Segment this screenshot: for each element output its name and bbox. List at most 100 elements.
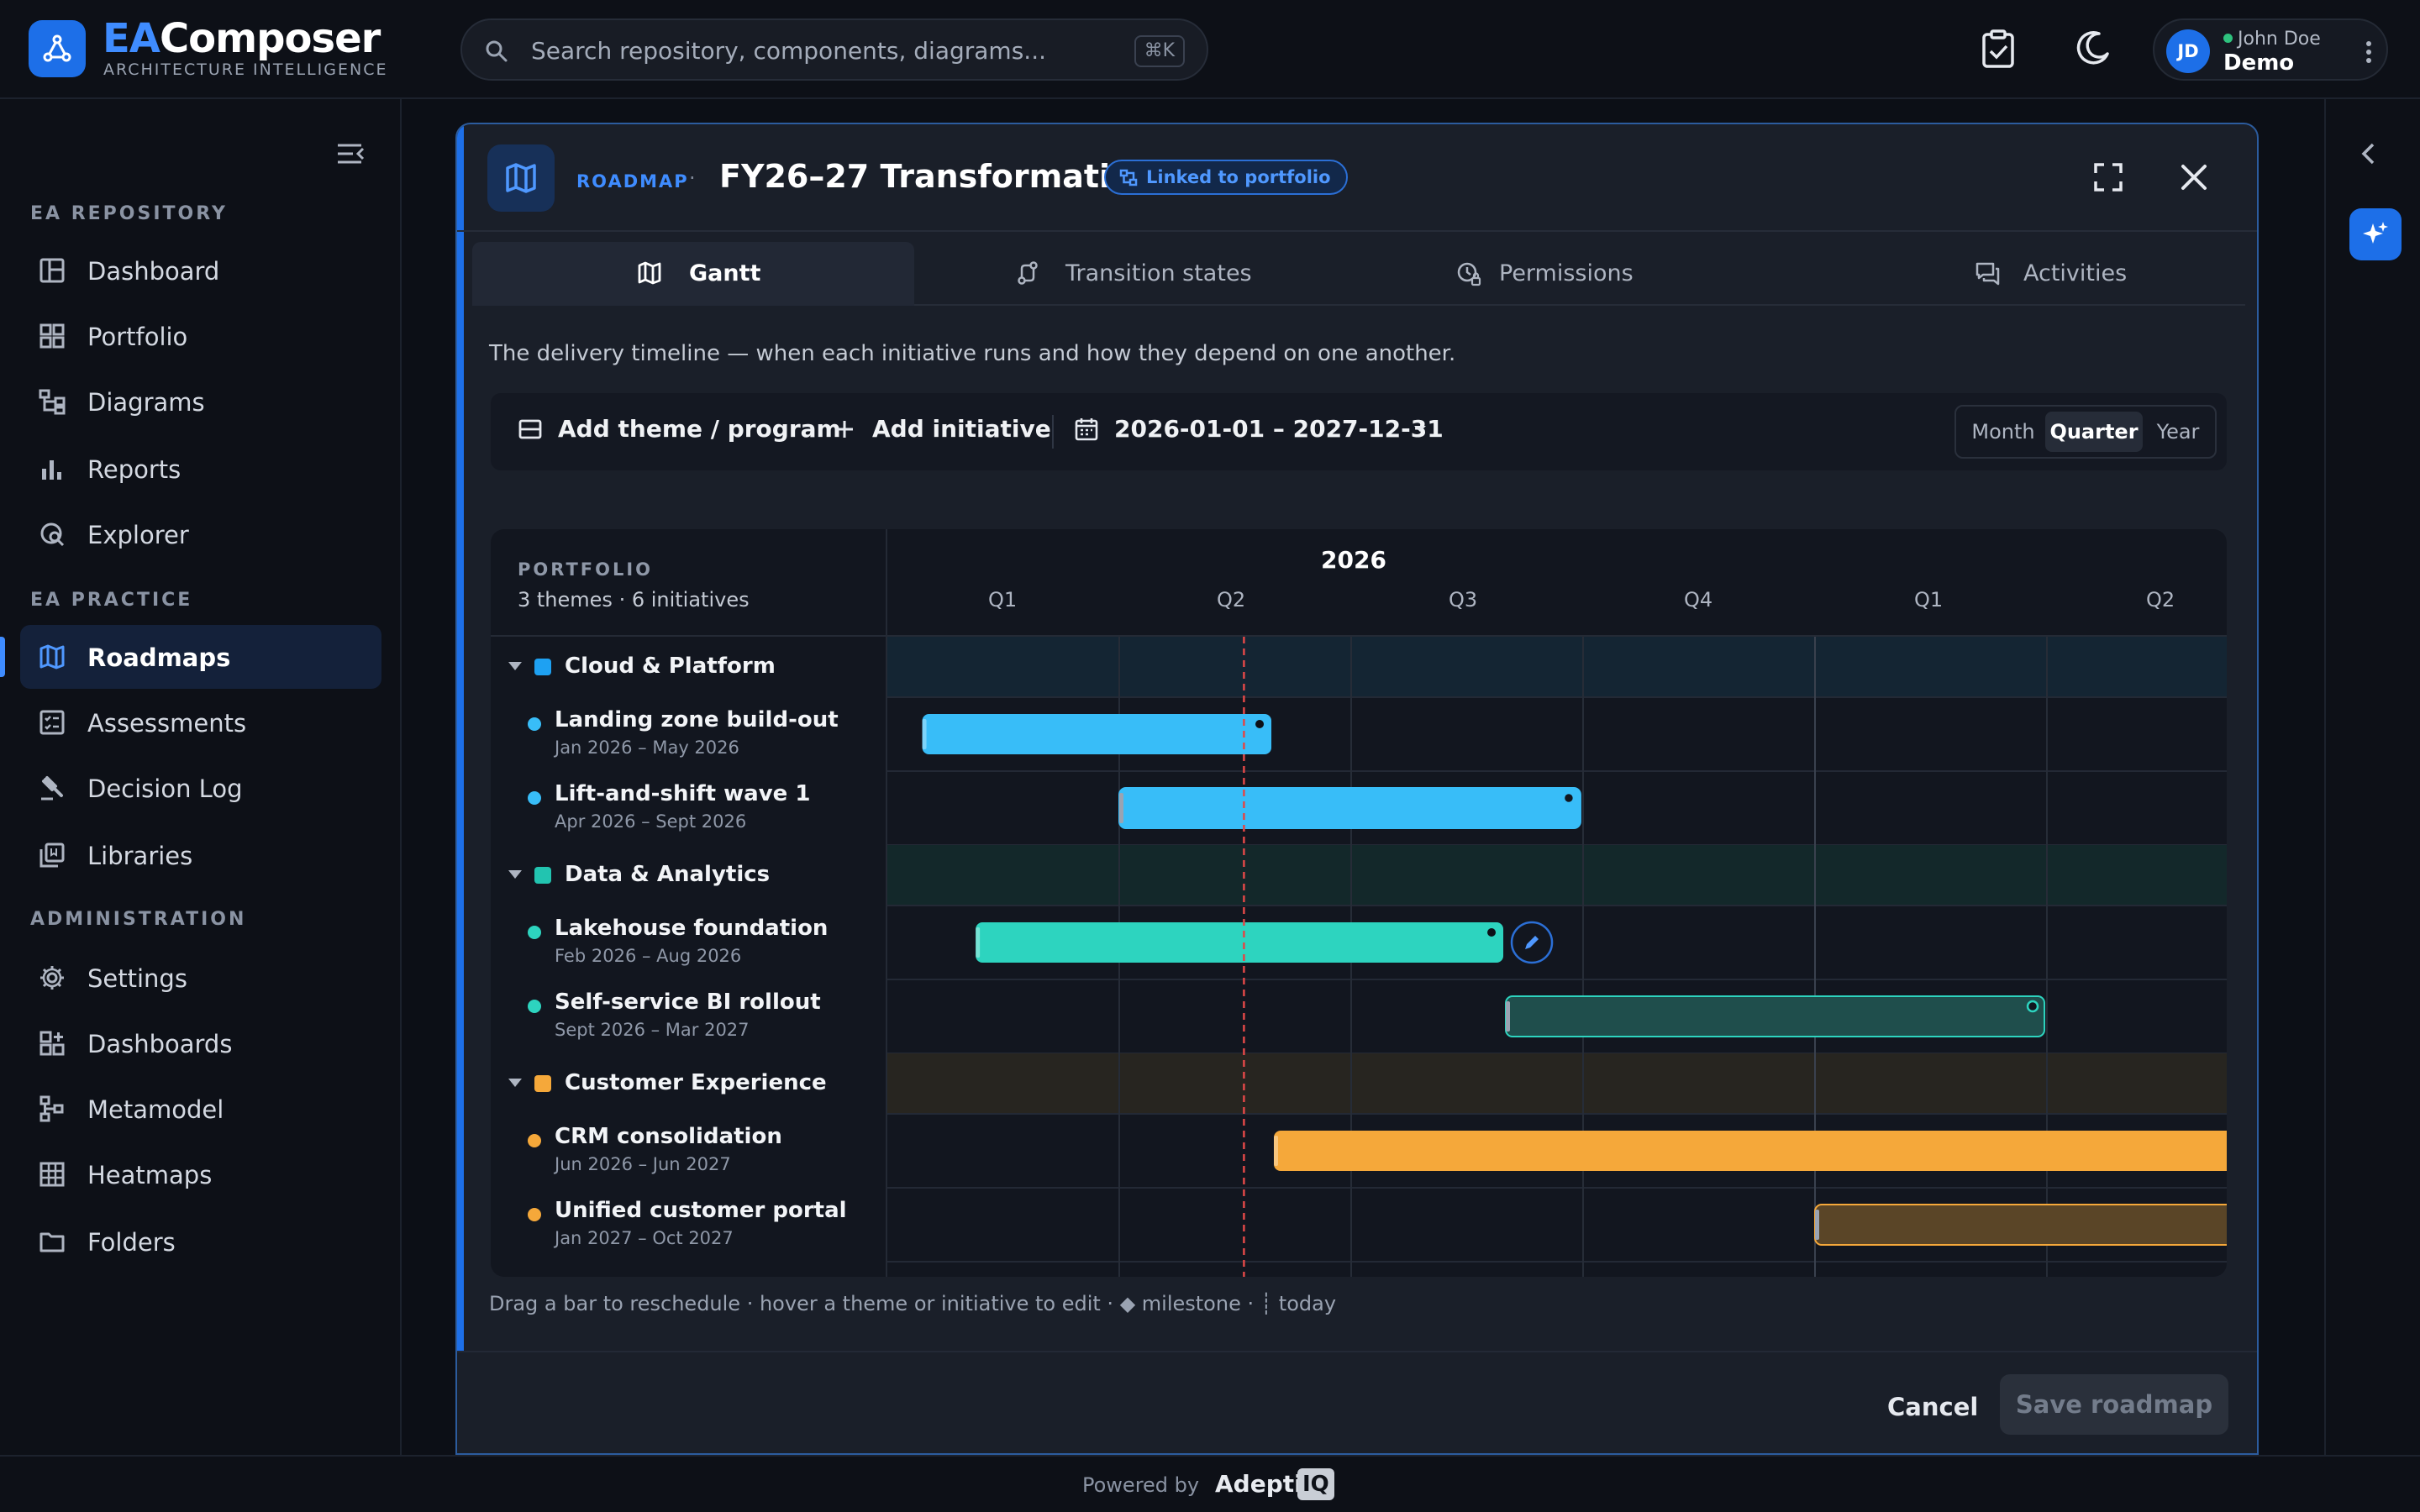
initiative-dot — [528, 1000, 541, 1013]
scale-quarter-button[interactable]: Quarter — [2045, 412, 2143, 452]
ai-assistant-icon[interactable] — [2349, 208, 2402, 260]
active-indicator — [0, 637, 5, 677]
theme-band — [887, 1053, 2227, 1114]
dashboard-icon — [39, 257, 66, 284]
sidebar-item-label: Dashboards — [87, 1030, 233, 1058]
brand-badge: IQ — [1297, 1468, 1334, 1500]
dark-mode-icon[interactable] — [2074, 29, 2112, 67]
section-label-ea-repository: EA REPOSITORY — [30, 203, 228, 224]
breadcrumb-separator: · — [689, 166, 696, 190]
cancel-button[interactable]: Cancel — [1887, 1393, 1978, 1421]
tab-activities[interactable]: Activities — [1798, 242, 2240, 306]
tab-permissions[interactable]: Permissions — [1356, 242, 1798, 306]
reports-icon — [39, 455, 66, 482]
fullscreen-icon[interactable] — [2089, 158, 2128, 197]
initiative-row[interactable]: CRM consolidation Jun 2026 – Jun 2027 — [491, 1114, 886, 1188]
bar-resize-handle — [1506, 1001, 1510, 1032]
sidebar-item-portfolio[interactable]: Portfolio — [20, 304, 381, 368]
explorer-icon — [39, 521, 66, 548]
initiative-dot — [528, 1208, 541, 1221]
libraries-icon — [39, 842, 66, 869]
portfolio-label: PORTFOLIO — [518, 559, 654, 580]
sidebar-item-dashboards[interactable]: Dashboards — [20, 1011, 381, 1075]
sidebar-item-diagrams[interactable]: Diagrams — [20, 370, 381, 433]
app-title: EAComposer — [103, 15, 381, 62]
tab-gantt[interactable]: Gantt — [472, 242, 914, 306]
theme-row-cx[interactable]: Customer Experience — [491, 1053, 886, 1114]
sidebar-item-dashboard[interactable]: Dashboard — [20, 239, 381, 302]
portfolio-header: PORTFOLIO 3 themes · 6 initiatives — [491, 529, 887, 637]
timeline-grid — [887, 637, 2227, 1277]
gantt-bars-canvas[interactable] — [887, 637, 2227, 1277]
sidebar-item-decision-log[interactable]: Decision Log — [20, 756, 381, 820]
gantt-hint: Drag a bar to reschedule · hover a theme… — [489, 1292, 1337, 1315]
bar-resize-handle — [922, 719, 927, 749]
search-input[interactable]: Search repository, components, diagrams.… — [460, 18, 1208, 81]
caret-down-icon[interactable] — [508, 1077, 523, 1089]
time-scale-toggle: Month Quarter Year — [1954, 405, 2217, 459]
initiative-row[interactable]: Lakehouse foundation Feb 2026 – Aug 2026 — [491, 906, 886, 979]
plus-icon — [832, 417, 857, 442]
portfolio-icon — [39, 323, 66, 349]
caret-down-icon[interactable] — [508, 660, 523, 672]
transition-icon — [1015, 260, 1040, 286]
initiative-bar — [1118, 787, 1581, 829]
linked-portfolio-badge[interactable]: Linked to portfolio — [1104, 160, 1348, 195]
sidebar-item-heatmaps[interactable]: Heatmaps — [20, 1142, 381, 1206]
year-label: 2026 — [1321, 546, 1386, 574]
initiative-row[interactable]: Landing zone build-out Jan 2026 – May 20… — [491, 697, 886, 771]
dialog-header: ROADMAP · FY26–27 Transformation Linked … — [457, 124, 2257, 232]
scale-year-button[interactable]: Year — [2143, 412, 2213, 452]
tasks-icon[interactable] — [1980, 29, 2017, 69]
initiative-row[interactable]: Self-service BI rollout Sept 2026 – Mar … — [491, 979, 886, 1053]
bar-end-marker — [2026, 1000, 2039, 1013]
sidebar-item-label: Folders — [87, 1228, 176, 1257]
sidebar-item-metamodel[interactable]: Metamodel — [20, 1077, 381, 1141]
search-shortcut: ⌘K — [1134, 35, 1185, 67]
user-role: Demo — [2223, 50, 2295, 76]
bar-resize-handle — [1815, 1210, 1819, 1240]
app-logo-icon[interactable] — [29, 20, 86, 77]
chevron-left-icon[interactable] — [2358, 141, 2378, 166]
roadmaps-icon — [39, 643, 66, 670]
sidebar: EA REPOSITORY Dashboard Portfolio Diagra… — [0, 99, 402, 1455]
toolbar-divider — [1052, 415, 1054, 449]
user-menu[interactable]: JD John Doe Demo — [2153, 18, 2388, 81]
powered-by-label: Powered by — [1082, 1473, 1200, 1497]
save-roadmap-button[interactable]: Save roadmap — [2000, 1374, 2228, 1435]
initiative-row[interactable]: Unified customer portal Jan 2027 – Oct 2… — [491, 1188, 886, 1262]
gavel-icon — [39, 774, 66, 801]
caret-down-icon[interactable] — [508, 869, 523, 880]
timeline-header: 2026 Q1 Q2 Q3 Q4 Q1 Q2 — [887, 529, 2227, 637]
close-icon[interactable] — [2175, 158, 2213, 197]
more-vertical-icon[interactable] — [2365, 40, 2373, 64]
scale-month-button[interactable]: Month — [1961, 412, 2045, 452]
theme-color-swatch — [534, 1075, 551, 1092]
diagrams-icon — [39, 388, 66, 415]
breadcrumb[interactable]: ROADMAP — [576, 171, 689, 192]
sidebar-item-label: Metamodel — [87, 1095, 224, 1124]
theme-band — [887, 637, 2227, 697]
initiative-bar — [1814, 1204, 2227, 1246]
sidebar-item-roadmaps[interactable]: Roadmaps — [20, 625, 381, 689]
sidebar-item-label: Dashboard — [87, 257, 220, 286]
theme-row-data[interactable]: Data & Analytics — [491, 845, 886, 906]
sidebar-item-assessments[interactable]: Assessments — [20, 690, 381, 754]
collapse-sidebar-icon[interactable] — [336, 141, 365, 166]
dialog-footer: Cancel Save roadmap — [457, 1351, 2257, 1453]
link-tree-icon — [1119, 169, 1138, 187]
sidebar-item-libraries[interactable]: Libraries — [20, 823, 381, 887]
theme-row-cloud[interactable]: Cloud & Platform — [491, 637, 886, 697]
calendar-icon — [1074, 417, 1099, 442]
initiative-dot — [528, 791, 541, 805]
tab-transition-states[interactable]: Transition states — [914, 242, 1356, 306]
sidebar-item-folders[interactable]: Folders — [20, 1210, 381, 1273]
sidebar-item-settings[interactable]: Settings — [20, 946, 381, 1010]
heatmaps-icon — [39, 1161, 66, 1188]
sidebar-item-explorer[interactable]: Explorer — [20, 502, 381, 566]
initiative-row[interactable]: Lift-and-shift wave 1 Apr 2026 – Sept 20… — [491, 771, 886, 845]
sidebar-item-label: Assessments — [87, 709, 247, 738]
dialog-accent — [457, 124, 464, 1453]
sidebar-item-reports[interactable]: Reports — [20, 437, 381, 501]
top-bar: EAComposer ARCHITECTURE INTELLIGENCE Sea… — [0, 0, 2420, 99]
